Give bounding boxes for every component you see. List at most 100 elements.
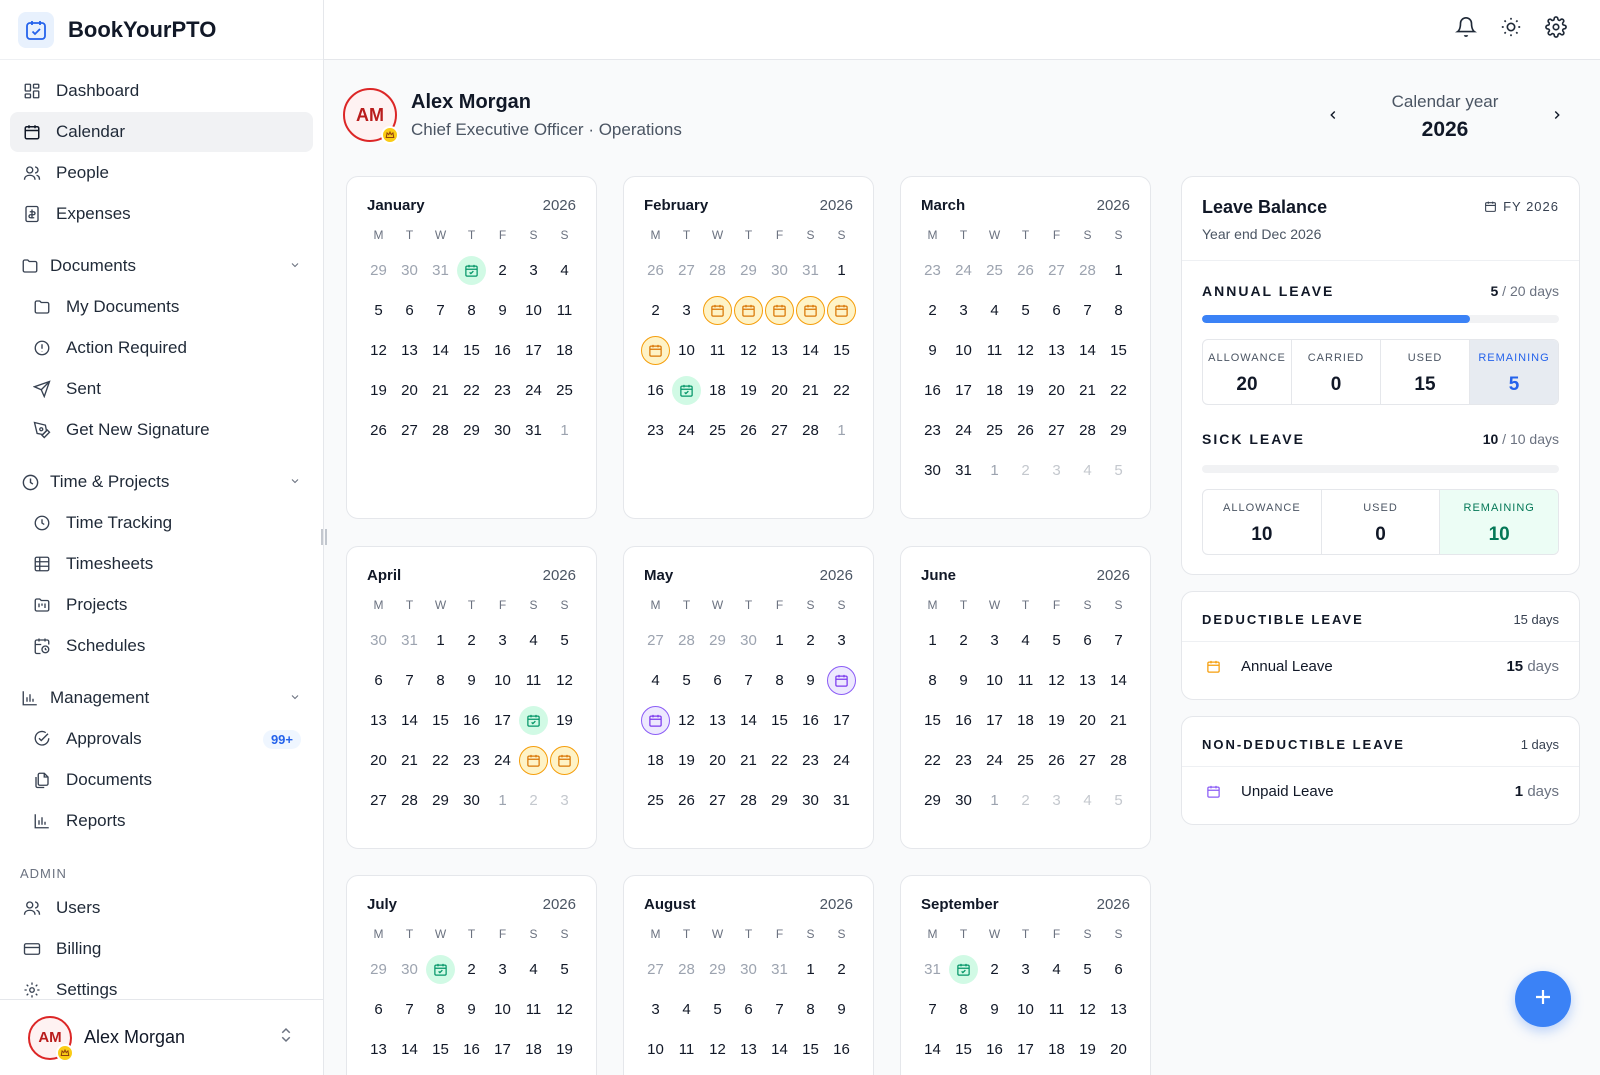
day-cell[interactable]: 2 (948, 620, 979, 660)
day-cell[interactable]: 27 (394, 410, 425, 450)
nav-documents[interactable]: Documents (10, 760, 313, 800)
day-cell[interactable]: 14 (394, 1029, 425, 1069)
day-cell[interactable]: 8 (1103, 290, 1134, 330)
day-cell[interactable]: 4 (979, 290, 1010, 330)
day-cell[interactable]: 13 (1103, 989, 1134, 1029)
day-cell[interactable]: 7 (425, 290, 456, 330)
day-cell[interactable]: 19 (671, 740, 702, 780)
day-cell[interactable]: 10 (487, 660, 518, 700)
day-cell[interactable]: 13 (764, 330, 795, 370)
day-cell[interactable]: 4 (671, 989, 702, 1029)
day-cell[interactable]: 14 (795, 330, 826, 370)
day-cell[interactable]: 24 (487, 740, 518, 780)
day-cell[interactable]: 4 (1010, 620, 1041, 660)
day-cell[interactable]: 2 (456, 620, 487, 660)
day-cell[interactable]: 31 (518, 410, 549, 450)
day-cell[interactable]: 6 (733, 989, 764, 1029)
day-cell[interactable]: 10 (640, 1029, 671, 1069)
day-cell[interactable]: 24 (671, 410, 702, 450)
day-cell[interactable]: 21 (425, 370, 456, 410)
nav-approvals[interactable]: Approvals 99+ (10, 719, 313, 759)
day-cell-holiday[interactable] (948, 949, 979, 989)
day-cell[interactable]: 16 (487, 330, 518, 370)
day-cell-annual[interactable] (640, 330, 671, 370)
day-cell[interactable]: 1 (425, 620, 456, 660)
day-cell[interactable]: 17 (948, 370, 979, 410)
day-cell[interactable]: 8 (425, 989, 456, 1029)
day-cell[interactable]: 25 (979, 410, 1010, 450)
day-cell[interactable]: 12 (1041, 660, 1072, 700)
day-cell[interactable]: 27 (363, 780, 394, 820)
day-cell[interactable]: 22 (456, 370, 487, 410)
non-deductible-leave-row[interactable]: Unpaid Leave 1 days (1182, 767, 1579, 816)
day-cell[interactable]: 15 (456, 330, 487, 370)
day-cell[interactable]: 6 (363, 660, 394, 700)
day-cell[interactable]: 4 (640, 660, 671, 700)
day-cell[interactable]: 1 (1103, 250, 1134, 290)
settings-button[interactable] (1541, 14, 1571, 44)
day-cell[interactable]: 22 (764, 740, 795, 780)
day-cell[interactable]: 5 (1072, 949, 1103, 989)
day-cell[interactable]: 6 (363, 989, 394, 1029)
day-cell[interactable]: 16 (826, 1029, 857, 1069)
day-cell[interactable]: 14 (1103, 660, 1134, 700)
day-cell[interactable]: 16 (456, 1029, 487, 1069)
day-cell[interactable]: 10 (1010, 989, 1041, 1029)
day-cell[interactable]: 2 (640, 290, 671, 330)
day-cell[interactable]: 15 (764, 700, 795, 740)
day-cell[interactable]: 17 (487, 700, 518, 740)
day-cell[interactable]: 23 (917, 410, 948, 450)
day-cell[interactable]: 7 (1072, 290, 1103, 330)
add-leave-button[interactable] (1515, 971, 1571, 1027)
day-cell[interactable]: 26 (733, 410, 764, 450)
day-cell[interactable]: 30 (456, 780, 487, 820)
day-cell[interactable]: 28 (1072, 410, 1103, 450)
day-cell[interactable]: 12 (1072, 989, 1103, 1029)
day-cell[interactable]: 8 (917, 660, 948, 700)
day-cell[interactable]: 5 (702, 989, 733, 1029)
day-cell[interactable]: 13 (363, 1029, 394, 1069)
day-cell[interactable]: 15 (948, 1029, 979, 1069)
day-cell[interactable]: 12 (363, 330, 394, 370)
day-cell[interactable]: 18 (1041, 1029, 1072, 1069)
day-cell[interactable]: 31 (948, 450, 979, 490)
day-cell[interactable]: 22 (826, 370, 857, 410)
nav-reports[interactable]: Reports (10, 801, 313, 841)
day-cell[interactable]: 16 (948, 700, 979, 740)
day-cell[interactable]: 2 (826, 949, 857, 989)
day-cell[interactable]: 7 (394, 989, 425, 1029)
day-cell[interactable]: 19 (1072, 1029, 1103, 1069)
day-cell[interactable]: 14 (425, 330, 456, 370)
day-cell[interactable]: 12 (702, 1029, 733, 1069)
day-cell[interactable]: 10 (671, 330, 702, 370)
day-cell[interactable]: 17 (979, 700, 1010, 740)
day-cell[interactable]: 1 (764, 620, 795, 660)
day-cell[interactable]: 11 (549, 290, 580, 330)
day-cell[interactable]: 3 (671, 290, 702, 330)
day-cell[interactable]: 7 (764, 989, 795, 1029)
day-cell[interactable]: 21 (1072, 370, 1103, 410)
day-cell[interactable]: 3 (1010, 949, 1041, 989)
day-cell[interactable]: 14 (764, 1029, 795, 1069)
user-menu[interactable]: AM Alex Morgan (0, 999, 323, 1075)
day-cell-annual[interactable] (549, 740, 580, 780)
day-cell[interactable]: 3 (518, 250, 549, 290)
chevrons-up-down-icon[interactable] (277, 1025, 295, 1050)
day-cell[interactable]: 3 (640, 989, 671, 1029)
nav-schedules[interactable]: Schedules (10, 626, 313, 666)
day-cell[interactable]: 25 (640, 780, 671, 820)
day-cell[interactable]: 16 (979, 1029, 1010, 1069)
day-cell[interactable]: 9 (917, 330, 948, 370)
deductible-leave-row[interactable]: Annual Leave 15 days (1182, 642, 1579, 691)
day-cell[interactable]: 31 (826, 780, 857, 820)
day-cell[interactable]: 8 (948, 989, 979, 1029)
day-cell-annual[interactable] (826, 290, 857, 330)
day-cell[interactable]: 5 (549, 620, 580, 660)
day-cell[interactable]: 21 (795, 370, 826, 410)
day-cell[interactable]: 5 (671, 660, 702, 700)
day-cell-holiday[interactable] (671, 370, 702, 410)
day-cell[interactable]: 16 (640, 370, 671, 410)
day-cell[interactable]: 13 (1041, 330, 1072, 370)
day-cell[interactable]: 27 (702, 780, 733, 820)
day-cell[interactable]: 13 (363, 700, 394, 740)
